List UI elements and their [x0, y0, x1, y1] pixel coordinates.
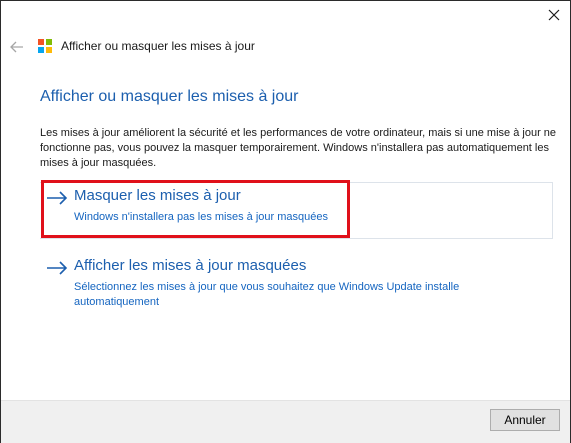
dialog-footer: Annuler	[1, 400, 570, 443]
show-hidden-updates-option[interactable]: Afficher les mises à jour masquées Sélec…	[40, 253, 552, 313]
hide-updates-title: Masquer les mises à jour	[74, 187, 241, 204]
page-heading: Afficher ou masquer les mises à jour	[40, 88, 299, 105]
back-button[interactable]	[9, 39, 25, 55]
hide-updates-subtitle: Windows n'installera pas les mises à jou…	[74, 211, 328, 223]
right-arrow-icon	[47, 191, 68, 205]
back-arrow-icon	[10, 41, 23, 53]
show-hidden-updates-subtitle: Sélectionnez les mises à jour que vous s…	[74, 281, 460, 308]
show-hidden-updates-title: Afficher les mises à jour masquées	[74, 257, 307, 274]
close-button[interactable]	[544, 5, 564, 25]
window-title: Afficher ou masquer les mises à jour	[61, 39, 255, 53]
dialog-header: Afficher ou masquer les mises à jour	[1, 31, 570, 63]
close-icon	[548, 9, 560, 21]
cancel-button[interactable]: Annuler	[490, 409, 560, 431]
page-description: Les mises à jour améliorent la sécurité …	[40, 127, 557, 169]
hide-updates-option[interactable]: Masquer les mises à jour Windows n'insta…	[40, 182, 553, 239]
windows-logo-icon	[38, 39, 52, 53]
dialog-window: Afficher ou masquer les mises à jour Aff…	[0, 0, 571, 443]
right-arrow-icon	[47, 261, 68, 275]
